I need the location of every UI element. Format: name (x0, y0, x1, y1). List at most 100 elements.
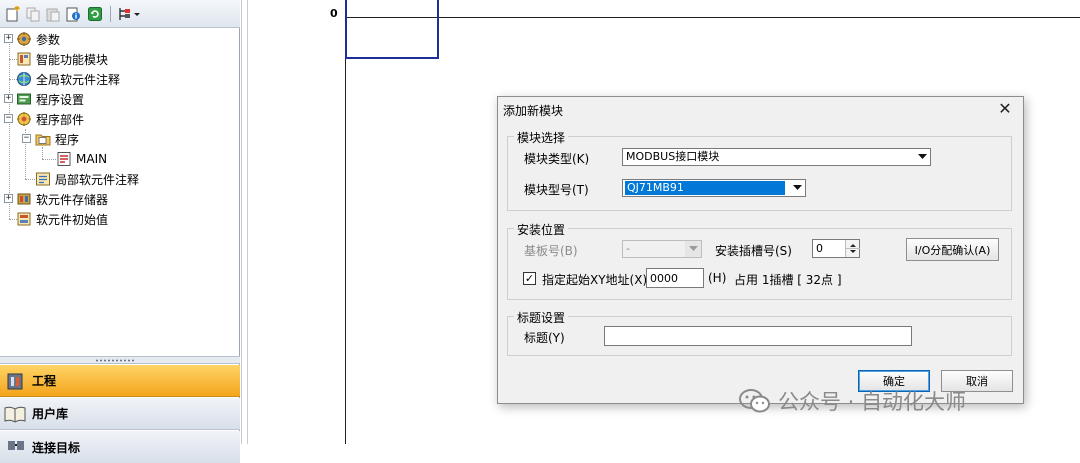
tree-item-local-comment[interactable]: 局部软元件注释 (35, 169, 139, 189)
ladder-left-rail (345, 0, 346, 444)
base-number-value: - (626, 242, 630, 255)
chevron-down-icon[interactable] (914, 149, 930, 165)
module-model-label: 模块型号(T) (524, 183, 589, 197)
pane-splitter[interactable] (0, 356, 240, 364)
nav-tab-label: 用户库 (32, 407, 69, 421)
paste-icon[interactable] (44, 5, 62, 23)
nav-tab-label: 连接目标 (32, 440, 81, 455)
module-type-value: MODBUS接口模块 (626, 150, 720, 163)
local-comment-icon (35, 171, 51, 187)
folder-icon (35, 131, 51, 147)
group-legend: 模块选择 (514, 129, 569, 146)
start-xy-value: 0000 (650, 272, 678, 285)
start-xy-label: 指定起始XY地址(X) (542, 273, 648, 287)
expand-plus-icon[interactable]: + (4, 194, 13, 203)
tree-item-label: 局部软元件注释 (55, 172, 140, 187)
module-model-value: QJ71MB91 (625, 181, 785, 195)
tree-item-label: 智能功能模块 (36, 52, 109, 67)
project-icon (6, 371, 26, 391)
module-model-select[interactable]: QJ71MB91 (622, 179, 806, 197)
device-memory-icon (16, 191, 32, 207)
parameter-icon (16, 31, 32, 47)
project-pane: + 参数 智能功能模块 全局软元件注释 + 程序设置 − 程序部件 − 程序 M… (0, 0, 240, 463)
program-parts-icon (16, 111, 32, 127)
connection-icon (6, 437, 26, 457)
title-setting-group: 标题设置 标题(Y) (507, 309, 1012, 356)
tree-item-label: 全局软元件注释 (36, 72, 121, 87)
slot-number-stepper[interactable]: 0 (812, 239, 860, 258)
ladder-rung-line (346, 17, 1080, 18)
tree-connector (42, 159, 56, 160)
expand-plus-icon[interactable]: + (4, 34, 13, 43)
tree-connector (9, 39, 10, 219)
tree-item-intelligent-module[interactable]: 智能功能模块 (16, 49, 108, 69)
nav-tab-connection[interactable]: 连接目标 (0, 431, 240, 463)
hex-unit-label: (H) (708, 271, 727, 285)
module-type-label: 模块类型(K) (524, 152, 590, 166)
group-legend: 标题设置 (514, 309, 569, 326)
io-assignment-confirm-button[interactable]: I/O分配确认(A) (906, 238, 999, 261)
toolbar-separator (110, 6, 111, 22)
chevron-down-icon[interactable] (789, 180, 805, 196)
nav-tab-label: 工程 (32, 374, 57, 388)
tree-item-parameter[interactable]: + 参数 (4, 29, 60, 49)
group-legend: 安装位置 (514, 221, 569, 238)
ladder-cursor (345, 0, 439, 59)
start-xy-input[interactable]: 0000 (646, 268, 704, 288)
tree-item-label: 软元件存储器 (36, 192, 109, 207)
tree-item-global-comment[interactable]: 全局软元件注释 (16, 69, 120, 89)
tree-option-dropdown-icon[interactable] (116, 5, 142, 23)
add-new-module-dialog: 添加新模块 ✕ 模块选择 模块类型(K) MODBUS接口模块 模块型号(T) … (497, 96, 1024, 404)
user-library-icon (4, 404, 26, 424)
tree-item-device-memory[interactable]: + 软元件存储器 (4, 189, 109, 209)
collapse-minus-icon[interactable]: − (22, 134, 31, 143)
nav-tab-project[interactable]: 工程 (0, 365, 240, 397)
project-tree: + 参数 智能功能模块 全局软元件注释 + 程序设置 − 程序部件 − 程序 M… (0, 29, 240, 354)
tree-item-label: 程序设置 (36, 92, 85, 107)
watermark-text: 公众号 · 自动化大师 (778, 390, 967, 414)
slot-number-label: 安装插槽号(S) (715, 244, 792, 258)
dialog-title: 添加新模块 (503, 104, 564, 118)
expand-plus-icon[interactable]: + (4, 94, 13, 103)
program-file-icon (56, 151, 72, 167)
base-number-label: 基板号(B) (524, 244, 578, 258)
wechat-logo-icon (738, 387, 772, 415)
intelligent-module-icon (16, 51, 32, 67)
tree-item-device-initial[interactable]: 软元件初始值 (16, 209, 108, 229)
project-toolbar (0, 0, 240, 28)
module-type-select[interactable]: MODBUS接口模块 (622, 148, 931, 166)
title-input[interactable] (604, 326, 912, 346)
step-number: 0 (330, 7, 338, 20)
slot-number-value: 0 (816, 242, 823, 255)
tree-item-program-folder[interactable]: − 程序 (22, 129, 80, 149)
tree-item-main-program[interactable]: MAIN (56, 149, 107, 169)
stepper-arrows-icon[interactable] (845, 240, 860, 257)
editor-border (241, 0, 242, 444)
tree-item-label: MAIN (76, 152, 108, 166)
chevron-down-icon[interactable] (685, 241, 701, 257)
copy-icon[interactable] (24, 5, 42, 23)
editor-border (247, 0, 248, 444)
tree-item-label: 程序 (55, 132, 80, 147)
splitter-grip-icon[interactable] (95, 359, 135, 362)
property-icon[interactable] (64, 5, 82, 23)
refresh-icon[interactable] (86, 5, 104, 23)
tree-item-label: 软元件初始值 (36, 212, 109, 227)
module-selection-group: 模块选择 模块类型(K) MODBUS接口模块 模块型号(T) QJ71MB91 (507, 129, 1012, 211)
program-setting-icon (16, 91, 32, 107)
slot-occupancy-text: 占用 1插槽 [ 32点 ] (734, 273, 842, 287)
device-initial-icon (16, 211, 32, 227)
global-comment-icon (16, 71, 32, 87)
start-xy-checkbox[interactable]: ✓ (523, 272, 536, 285)
tree-item-program-parts[interactable]: − 程序部件 (4, 109, 85, 129)
watermark: 公众号 · 自动化大师 (738, 383, 966, 419)
title-label: 标题(Y) (524, 331, 565, 345)
tree-item-program-setting[interactable]: + 程序设置 (4, 89, 85, 109)
collapse-minus-icon[interactable]: − (4, 114, 13, 123)
tree-item-label: 程序部件 (36, 112, 85, 127)
close-icon[interactable]: ✕ (995, 99, 1015, 119)
nav-tab-user-library[interactable]: 用户库 (0, 398, 240, 430)
mount-position-group: 安装位置 基板号(B) - 安装插槽号(S) 0 I/O分配确认(A) ✓ 指定… (507, 221, 1012, 300)
new-item-icon[interactable] (4, 5, 22, 23)
base-number-select[interactable]: - (622, 240, 702, 258)
